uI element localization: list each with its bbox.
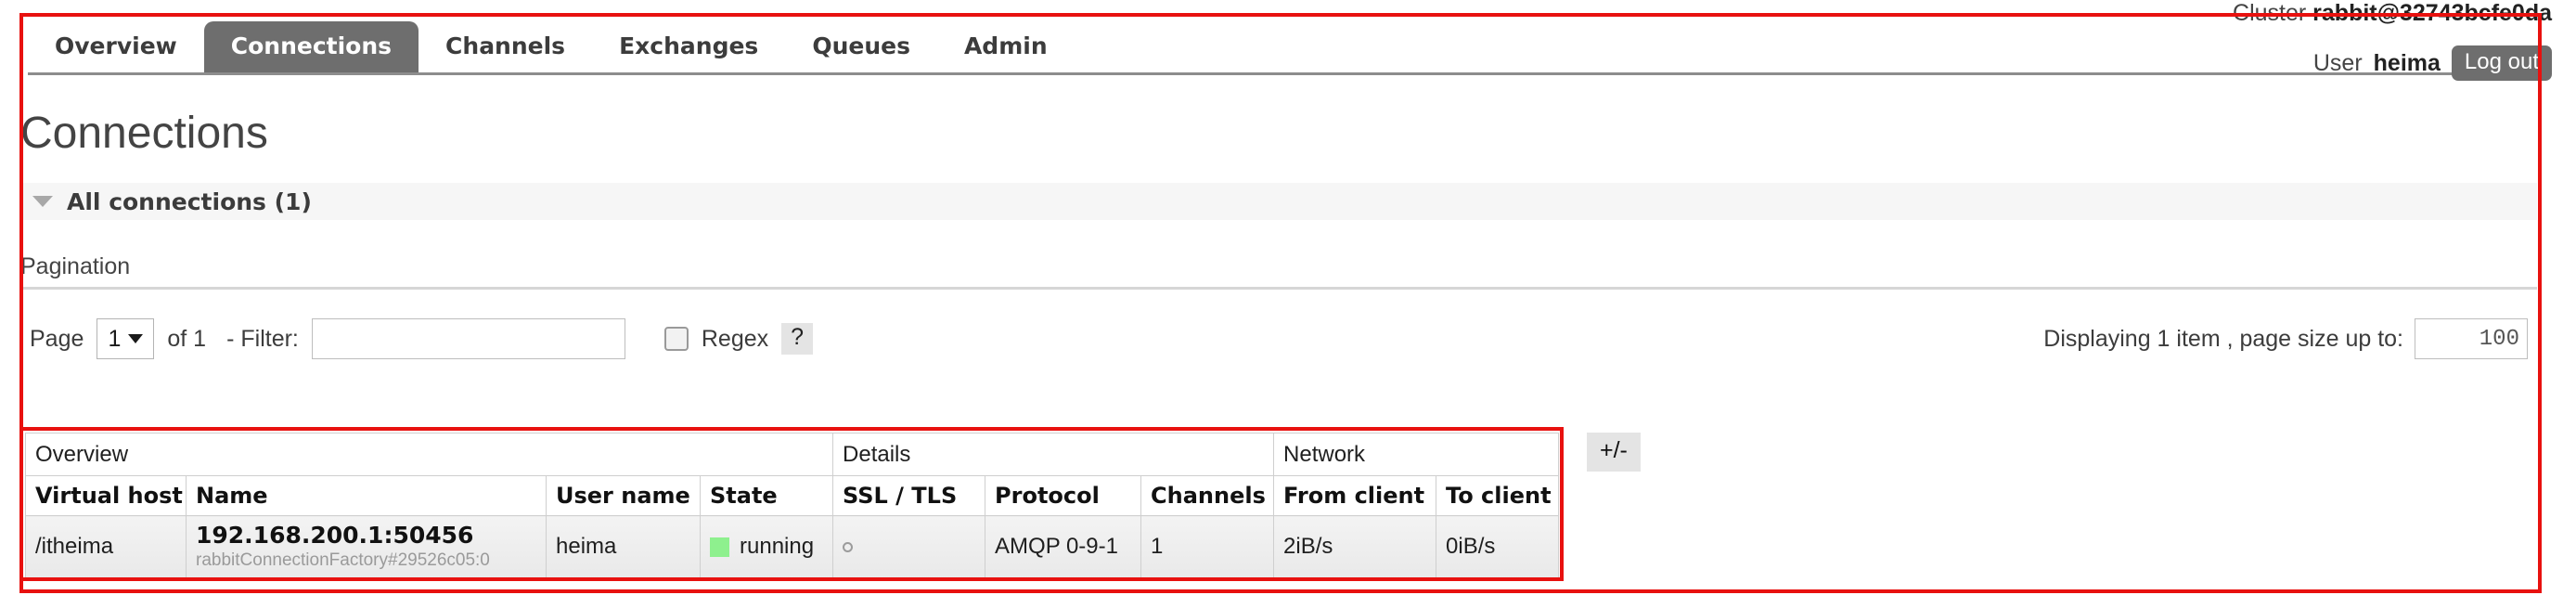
table-header-row: Virtual host Name User name State SSL / TLS P… [25,475,1560,516]
pagination-divider [20,287,2537,290]
connections-table-body: Overview Details Network Virtual host Name Us… [24,433,1560,579]
tab-admin[interactable]: Admin [937,21,1075,72]
column-toggle-button[interactable]: +/- [1587,433,1641,472]
table-group-overview: Overview [24,433,834,476]
connections-table-container: Overview Details Network Virtual host Name Us… [24,433,1560,579]
table-group-header-row: Overview Details Network [24,433,1560,476]
page-number-value: 1 [108,325,122,352]
cell-channels: 1 [1140,515,1275,579]
user-info: User heima Log out [2233,45,2552,82]
cell-protocol: AMQP 0-9-1 [985,515,1142,579]
tab-connections[interactable]: Connections [203,21,419,72]
filter-input[interactable] [311,318,625,359]
user-name: heima [2373,49,2441,76]
cell-user-name: heima [546,515,701,579]
column-header-virtual-host[interactable]: Virtual host [25,475,187,516]
cell-ssl-tls [832,515,986,579]
status-indicator-icon [710,537,729,557]
cell-state: running [699,515,834,579]
status-badge: running [740,534,815,560]
page-label: Page [30,325,84,352]
pagination-left-group: Page 1 of 1 - Filter: Regex ? [30,316,814,362]
column-header-user-name[interactable]: User name [546,475,701,516]
cell-to-client: 0iB/s [1436,515,1560,579]
all-connections-section-header[interactable]: All connections (1) [20,183,2537,220]
cluster-info: Cluster rabbit@32743bcfe0da [2233,0,2552,25]
page-size-input[interactable] [2415,318,2528,359]
pagination-right-group: Displaying 1 item , page size up to: [2043,316,2528,362]
connection-name-link[interactable]: 192.168.200.1:50456 [196,522,536,550]
column-header-channels[interactable]: Channels [1140,475,1275,516]
logout-button[interactable]: Log out [2451,45,2552,82]
cell-from-client: 2iB/s [1273,515,1437,579]
column-header-to-client[interactable]: To client [1436,475,1560,516]
column-header-protocol[interactable]: Protocol [985,475,1142,516]
regex-control: Regex ? [663,323,814,355]
tab-channels[interactable]: Channels [419,21,592,72]
circle-empty-icon [843,542,854,553]
connections-table: Overview Details Network Virtual host Name Us… [24,433,1560,579]
regex-label: Regex [701,325,769,352]
cell-name[interactable]: 192.168.200.1:50456 rabbitConnectionFacto… [186,515,547,579]
regex-checkbox[interactable] [663,327,689,351]
column-header-name[interactable]: Name [186,475,547,516]
cell-virtual-host: /itheima [25,515,187,579]
help-icon[interactable]: ? [781,323,814,355]
table-group-details: Details [832,433,1275,476]
pagination-controls: Page 1 of 1 - Filter: Regex ? Displaying… [20,316,2537,362]
page-total-label: of 1 [167,325,207,352]
chevron-down-icon [128,334,144,343]
cluster-name: rabbit@32743bcfe0da [2312,0,2552,26]
table-group-network: Network [1273,433,1560,476]
table-row[interactable]: /itheima 192.168.200.1:50456 rabbitConnect… [25,515,1560,579]
chevron-down-icon[interactable] [32,196,53,207]
pagination-heading: Pagination [20,253,131,279]
tab-underline [28,72,2524,75]
tab-list: Overview Connections Channels Exchanges Queu… [28,19,2533,72]
main-navigation: Overview Connections Channels Exchanges Queu… [28,19,2533,72]
column-header-from-client[interactable]: From client [1273,475,1437,516]
tab-overview[interactable]: Overview [28,21,204,72]
filter-label: - Filter: [226,325,299,352]
page-title: Connections [20,109,268,158]
page-number-select[interactable]: 1 [97,318,155,359]
header-identity-block: Cluster rabbit@32743bcfe0da User heima L… [2233,0,2552,82]
cluster-label: Cluster [2233,0,2307,26]
connection-name-subtext: rabbitConnectionFactory#29526c05:0 [196,550,490,570]
tab-queues[interactable]: Queues [785,21,937,72]
displaying-count-label: Displaying 1 item , page size up to: [2043,325,2403,352]
column-header-ssl-tls[interactable]: SSL / TLS [832,475,986,516]
all-connections-label: All connections (1) [67,188,312,215]
user-label: User [2312,49,2363,76]
column-header-state[interactable]: State [699,475,834,516]
tab-exchanges[interactable]: Exchanges [592,21,785,72]
